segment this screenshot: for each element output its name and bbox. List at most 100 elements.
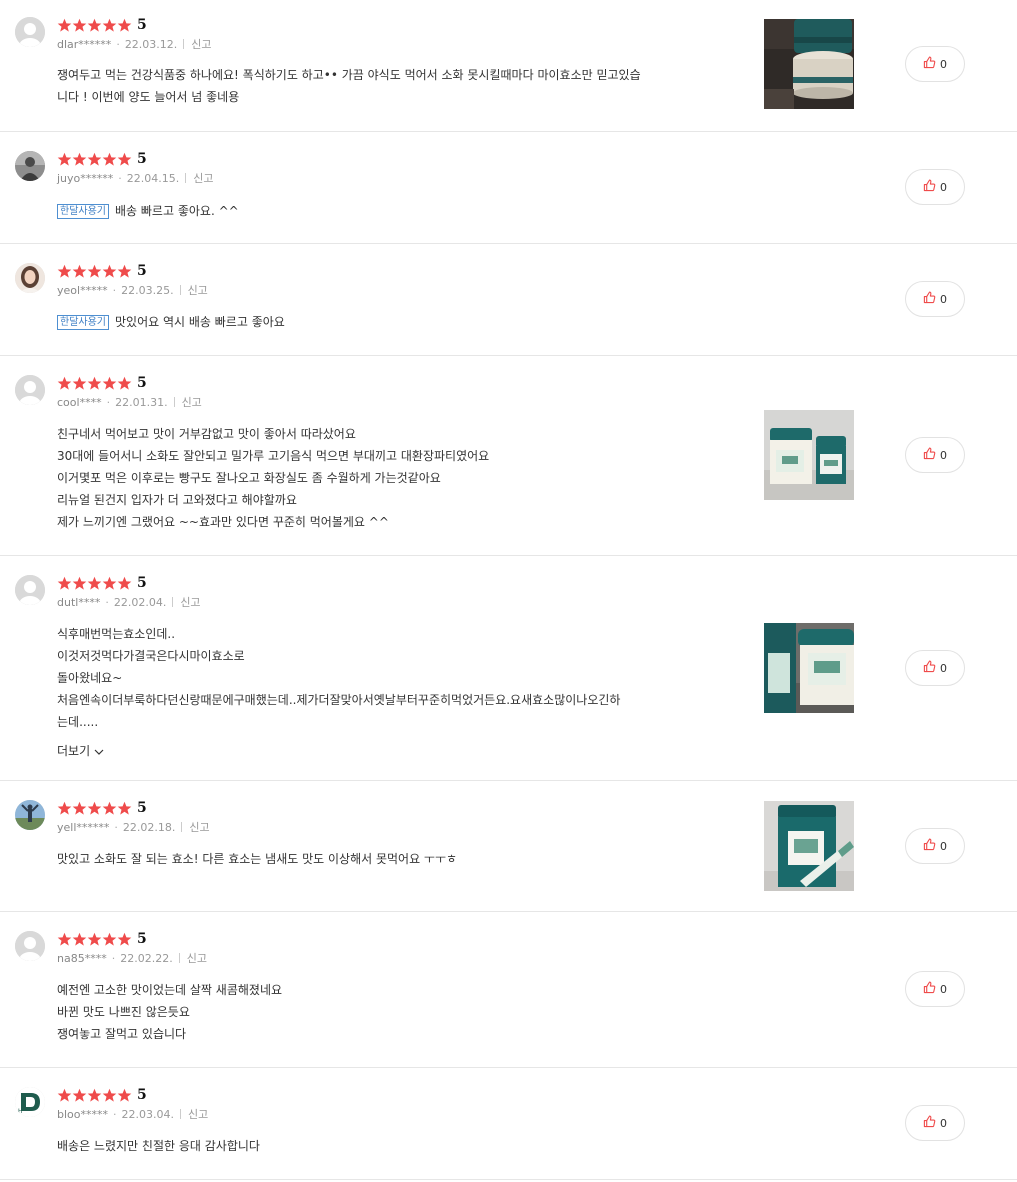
thumbs-up-icon	[923, 660, 940, 676]
rating-score: 5	[137, 799, 147, 816]
meta-separator-dot: ·	[113, 1107, 117, 1121]
review-text: 예전엔 고소한 맛이었는데 살짝 새콤해졌네요 바뀐 맛도 나쁘진 않은듯요 쟁여놓…	[57, 979, 727, 1045]
like-button[interactable]: 0	[905, 1105, 965, 1141]
review-text-content: 30대에 들어서니 소화도 잘안되고 밀가루 고기음식 먹으면 부대끼고 대환장…	[57, 449, 490, 463]
review-text-line: 처음엔속이더부룩하다던신랑때문에구매했는데..제가더잘맞아서옛날부터꾸준히먹었거…	[57, 689, 727, 711]
review-meta: dutl**** · 22.02.04. 신고	[57, 594, 201, 610]
like-button[interactable]: 0	[905, 281, 965, 317]
review-photo[interactable]	[764, 623, 854, 713]
reviewer-id: na85****	[57, 951, 107, 965]
report-link[interactable]: 신고	[191, 36, 211, 52]
like-count: 0	[940, 57, 947, 71]
meta-separator-dot: ·	[111, 951, 116, 965]
report-link[interactable]: 신고	[188, 1106, 208, 1122]
like-button[interactable]: 0	[905, 437, 965, 473]
report-link[interactable]: 신고	[193, 170, 213, 186]
review-text-line: 는데.....	[57, 711, 727, 733]
report-link[interactable]: 신고	[182, 394, 202, 410]
like-count: 0	[940, 1116, 947, 1130]
review-text-content: 는데.....	[57, 715, 99, 729]
review-meta: na85**** · 22.02.22. 신고	[57, 950, 207, 966]
review-text-line: 돌아왔네요~	[57, 667, 727, 689]
like-button[interactable]: 0	[905, 828, 965, 864]
rating: 5	[57, 575, 147, 591]
avatar	[15, 17, 45, 47]
rating: 5	[57, 263, 147, 279]
meta-divider	[178, 953, 180, 963]
star-icon	[87, 152, 102, 166]
rating-score: 5	[137, 262, 147, 279]
report-link[interactable]: 신고	[189, 819, 209, 835]
avatar	[15, 151, 45, 181]
star-icon	[117, 932, 132, 946]
review-meta: cool**** · 22.01.31. 신고	[57, 394, 202, 410]
reviewer-id: dlar******	[57, 37, 112, 51]
review-text-content: 돌아왔네요~	[57, 671, 123, 685]
like-button[interactable]: 0	[905, 46, 965, 82]
like-button[interactable]: 0	[905, 169, 965, 205]
star-icon	[57, 1088, 72, 1102]
meta-divider	[172, 597, 174, 607]
review-text: 쟁여두고 먹는 건강식품중 하나에요! 폭식하기도 하고•• 가끔 야식도 먹어…	[57, 64, 727, 108]
review-text-content: 배송 빠르고 좋아요. ^^	[115, 204, 239, 218]
like-count: 0	[940, 839, 947, 853]
review-date: 22.02.18.	[122, 820, 176, 834]
report-link[interactable]: 신고	[188, 282, 208, 298]
avatar	[15, 800, 45, 830]
rating-score: 5	[137, 574, 147, 591]
star-rating	[57, 376, 132, 391]
review-meta: juyo****** · 22.04.15. 신고	[57, 170, 214, 186]
star-icon	[102, 264, 117, 278]
review-text: 배송은 느렸지만 친절한 응대 감사합니다	[57, 1135, 727, 1157]
meta-separator-dot: ·	[112, 283, 117, 297]
review-text-content: 맛있고 소화도 잘 되는 효소! 다른 효소는 냄새도 맛도 이상해서 못먹어요…	[57, 852, 458, 866]
star-icon	[72, 932, 87, 946]
review-text-line: 맛있고 소화도 잘 되는 효소! 다른 효소는 냄새도 맛도 이상해서 못먹어요…	[57, 848, 727, 870]
star-icon	[57, 18, 72, 32]
meta-divider	[173, 397, 175, 407]
review-text-line: 제가 느끼기엔 그랬어요 ~~효과만 있다면 꾸준히 먹어볼게요 ^^	[57, 511, 727, 533]
star-icon	[117, 1088, 132, 1102]
review-text-content: 배송은 느렸지만 친절한 응대 감사합니다	[57, 1139, 260, 1153]
star-icon	[102, 576, 117, 590]
like-button[interactable]: 0	[905, 650, 965, 686]
meta-divider	[183, 39, 185, 49]
rating-score: 5	[137, 374, 147, 391]
meta-divider	[179, 285, 181, 295]
more-button[interactable]: 더보기	[57, 742, 104, 759]
review-photo[interactable]	[764, 19, 854, 109]
star-icon	[57, 376, 72, 390]
star-icon	[102, 376, 117, 390]
rating-score: 5	[137, 150, 147, 167]
like-button[interactable]: 0	[905, 971, 965, 1007]
review-item	[0, 1068, 1017, 1180]
review-photo[interactable]	[764, 410, 854, 500]
review-meta: bloo***** · 22.03.04. 신고	[57, 1106, 208, 1122]
meta-separator-dot: ·	[116, 37, 120, 51]
thumbs-up-icon	[923, 1115, 940, 1131]
like-count: 0	[940, 180, 947, 194]
star-rating	[57, 932, 132, 947]
report-link[interactable]: 신고	[187, 950, 207, 966]
like-count: 0	[940, 292, 947, 306]
star-icon	[72, 376, 87, 390]
report-link[interactable]: 신고	[180, 594, 200, 610]
review-text-content: 처음엔속이더부룩하다던신랑때문에구매했는데..제가더잘맞아서옛날부터꾸준히먹었거…	[57, 693, 621, 707]
review-meta: yell****** · 22.02.18. 신고	[57, 819, 210, 835]
review-text-content: 니다 ! 이번에 양도 늘어서 넘 좋네용	[57, 90, 240, 104]
review-text-line: 한달사용기 배송 빠르고 좋아요. ^^	[57, 200, 727, 222]
review-text-line: 이것저것먹다가결국은다시마이효소로	[57, 645, 727, 667]
avatar	[15, 263, 45, 293]
review-date: 22.03.25.	[121, 283, 174, 297]
thumbs-up-icon	[923, 447, 940, 463]
rating: 5	[57, 17, 147, 33]
review-text-content: 이것저것먹다가결국은다시마이효소로	[57, 649, 245, 663]
rating: 5	[57, 1087, 147, 1103]
chevron-down-icon	[90, 744, 104, 758]
review-text-line: 친구네서 먹어보고 맛이 거부감없고 맛이 좋아서 따라샀어요	[57, 423, 727, 445]
review-photo[interactable]	[764, 801, 854, 891]
review-text-line: 이거몇포 먹은 이후로는 빵구도 잘나오고 화장실도 좀 수월하게 가는것같아요	[57, 467, 727, 489]
rating: 5	[57, 800, 147, 816]
review-date: 22.03.04.	[121, 1107, 174, 1121]
thumbs-up-icon	[923, 56, 940, 72]
